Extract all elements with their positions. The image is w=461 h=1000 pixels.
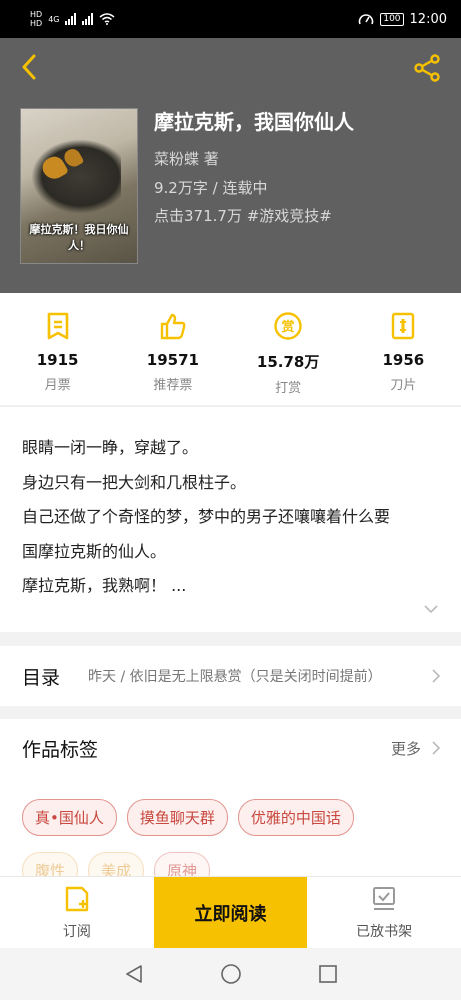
intro-line: 自己还做了个奇怪的梦，梦中的男子还嚷嚷着什么要 — [22, 507, 391, 526]
tag-chip[interactable]: 原神 — [154, 852, 211, 879]
tag-chip[interactable]: 真•国仙人 — [22, 799, 117, 836]
share-button[interactable] — [411, 52, 443, 84]
nav-back-icon[interactable] — [123, 963, 145, 985]
tag-chip[interactable]: 摸鱼聊天群 — [126, 799, 228, 836]
tag-chip[interactable]: 优雅的中国话 — [237, 799, 354, 836]
chevron-right-icon — [432, 669, 441, 683]
book-clicks: 点击371.7万 #游戏竞技# — [154, 207, 332, 225]
stat-reward[interactable]: 赏 15.78万 打赏 — [231, 293, 346, 405]
subscribe-label: 订阅 — [62, 923, 91, 940]
clock: 12:00 — [409, 11, 447, 27]
stat-value: 15.78万 — [256, 353, 320, 371]
network-status: HD HD 4G — [30, 10, 115, 28]
network-gen-label: 4G — [48, 14, 60, 24]
intro-line: 身边只有一把大剑和几根柱子。 — [22, 472, 247, 492]
nav-recents-icon[interactable] — [317, 963, 339, 985]
thumbs-up-icon — [158, 311, 188, 341]
tags-title: 作品标签 — [22, 738, 99, 761]
tags-section: 作品标签 更多 真•国仙人 摸鱼聊天群 优雅的中国话 腹性 美成 原神 — [0, 719, 461, 879]
back-button[interactable] — [14, 52, 44, 82]
book-intro[interactable]: 眼睛一闭一睁，穿越了。 身边只有一把大剑和几根柱子。 自己还做了个奇怪的梦，梦中… — [0, 406, 461, 632]
stat-label: 刀片 — [390, 378, 417, 393]
chevron-right-icon[interactable] — [431, 740, 441, 756]
subscribe-button[interactable]: 订阅 — [0, 877, 154, 948]
toc-title: 目录 — [22, 666, 61, 689]
table-of-contents-row[interactable]: 目录 昨天 / 依旧是无上限悬赏（只是关闭时间提前） — [0, 646, 461, 706]
blade-icon — [388, 311, 418, 341]
monthly-ticket-icon — [43, 311, 73, 341]
hd-label-1: HD — [30, 10, 43, 19]
stat-value: 19571 — [146, 351, 199, 369]
svg-text:赏: 赏 — [282, 319, 295, 335]
read-now-button[interactable]: 立即阅读 — [153, 877, 308, 948]
chevron-down-icon — [424, 605, 438, 614]
intro-line: 眼睛一闭一睁，穿越了。 — [22, 438, 199, 457]
latest-chapter: 昨天 / 依旧是无上限悬赏（只是关闭时间提前） — [88, 669, 382, 685]
bookshelf-label: 已放书架 — [356, 923, 413, 940]
stat-blade[interactable]: 1956 刀片 — [346, 293, 461, 405]
battery-icon: 100 — [380, 12, 404, 26]
tags-more-link[interactable]: 更多 — [391, 738, 421, 759]
expand-intro-button[interactable] — [423, 599, 439, 618]
book-header: 摩拉克斯！我日你仙人！ 摩拉克斯，我国你仙人 菜粉蝶 著 9.2万字 / 连载中… — [0, 38, 461, 293]
status-bar: HD HD 4G 100 12:00 — [0, 0, 461, 38]
bookshelf-button[interactable]: 已放书架 — [307, 877, 461, 948]
tag-chip[interactable]: 腹性 — [22, 852, 79, 879]
speedometer-icon — [359, 14, 374, 25]
tag-chip[interactable]: 美成 — [88, 852, 145, 879]
stat-recommend[interactable]: 19571 推荐票 — [115, 293, 230, 405]
signal-icon-2 — [82, 13, 94, 25]
stat-value: 1915 — [36, 351, 79, 369]
intro-line: 摩拉克斯，我熟啊！ ... — [22, 576, 187, 595]
wifi-icon — [99, 13, 115, 25]
bookshelf-check-icon — [373, 886, 396, 910]
stat-value: 1956 — [382, 351, 425, 369]
stat-label: 推荐票 — [153, 378, 193, 393]
intro-line: 国摩拉克斯的仙人。 — [22, 541, 167, 561]
cover-caption: 摩拉克斯！我日你仙人！ — [29, 223, 129, 252]
hd-label-2: HD — [30, 19, 43, 28]
book-author[interactable]: 菜粉蝶 著 — [154, 148, 219, 169]
stat-monthly-ticket[interactable]: 1915 月票 — [0, 293, 115, 405]
system-nav-bar — [0, 948, 461, 1000]
stats-panel: 1915 月票 19571 推荐票 赏 15.78万 打赏 1956 刀片 — [0, 293, 461, 405]
device-status: 100 12:00 — [358, 12, 447, 27]
chevron-left-icon — [22, 54, 36, 80]
reward-coin-icon: 赏 — [273, 311, 303, 341]
subscribe-icon — [65, 886, 89, 911]
book-title: 摩拉克斯，我国你仙人 — [154, 110, 354, 134]
book-cover[interactable]: 摩拉克斯！我日你仙人！ — [20, 108, 138, 264]
signal-icon — [65, 13, 77, 25]
stat-label: 月票 — [44, 378, 71, 393]
share-icon — [414, 54, 440, 82]
bottom-action-bar: 订阅 立即阅读 已放书架 — [0, 876, 461, 948]
stat-label: 打赏 — [275, 381, 302, 396]
nav-home-icon[interactable] — [220, 963, 242, 985]
book-word-count: 9.2万字 / 连载中 — [154, 179, 268, 197]
